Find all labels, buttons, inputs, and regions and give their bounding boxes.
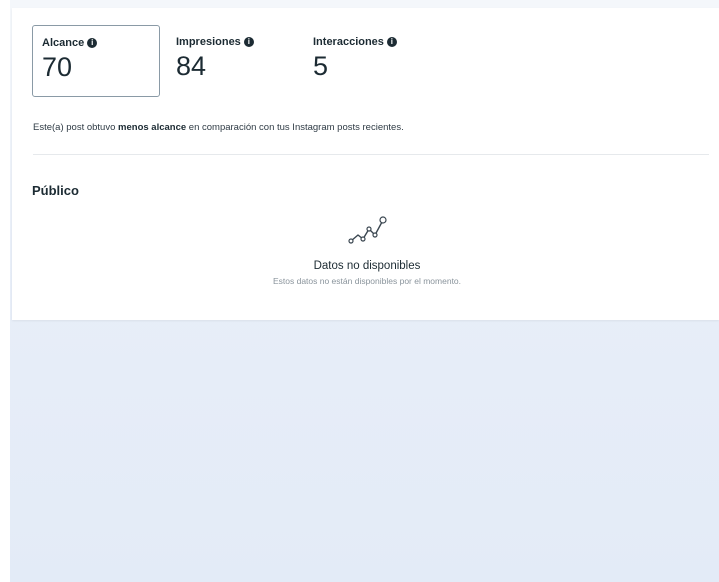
- metric-label: Interacciones: [313, 36, 384, 48]
- info-icon[interactable]: i: [386, 37, 397, 47]
- line-chart-icon: [348, 216, 387, 244]
- metric-interacciones[interactable]: Interacciones i 5: [304, 25, 406, 97]
- metric-interacciones-label-row: Interacciones i: [313, 36, 397, 48]
- metric-alcance-label-row: Alcance i: [42, 37, 150, 49]
- metrics-row: Alcance i 70 Impresiones i 84 Interaccio…: [32, 25, 482, 99]
- empty-subtitle: Estos datos no están disponibles por el …: [272, 276, 462, 286]
- audience-title: Público: [32, 183, 79, 198]
- audience-empty-state: Datos no disponibles Estos datos no está…: [162, 213, 572, 286]
- post-insights-card: Alcance i 70 Impresiones i 84 Interaccio…: [12, 8, 719, 320]
- note-suffix: en comparación con tus Instagram posts r…: [186, 122, 404, 133]
- metric-value: 5: [313, 51, 329, 81]
- empty-title: Datos no disponibles: [313, 260, 421, 272]
- divider: [33, 154, 709, 155]
- metric-value: 84: [176, 51, 207, 81]
- info-icon[interactable]: i: [243, 37, 254, 47]
- comparison-note: Este(a) post obtuvo menos alcance en com…: [33, 122, 404, 133]
- info-icon[interactable]: i: [87, 38, 98, 48]
- metric-value: 70: [42, 52, 73, 82]
- note-emphasis: menos alcance: [118, 122, 187, 133]
- metric-label: Alcance: [42, 37, 85, 49]
- metric-label: Impresiones: [176, 36, 241, 48]
- metric-alcance[interactable]: Alcance i 70: [32, 25, 160, 97]
- metric-impresiones-label-row: Impresiones i: [176, 36, 254, 48]
- left-edge: [0, 0, 10, 582]
- metric-impresiones[interactable]: Impresiones i 84: [167, 25, 263, 97]
- note-prefix: Este(a) post obtuvo: [33, 122, 119, 133]
